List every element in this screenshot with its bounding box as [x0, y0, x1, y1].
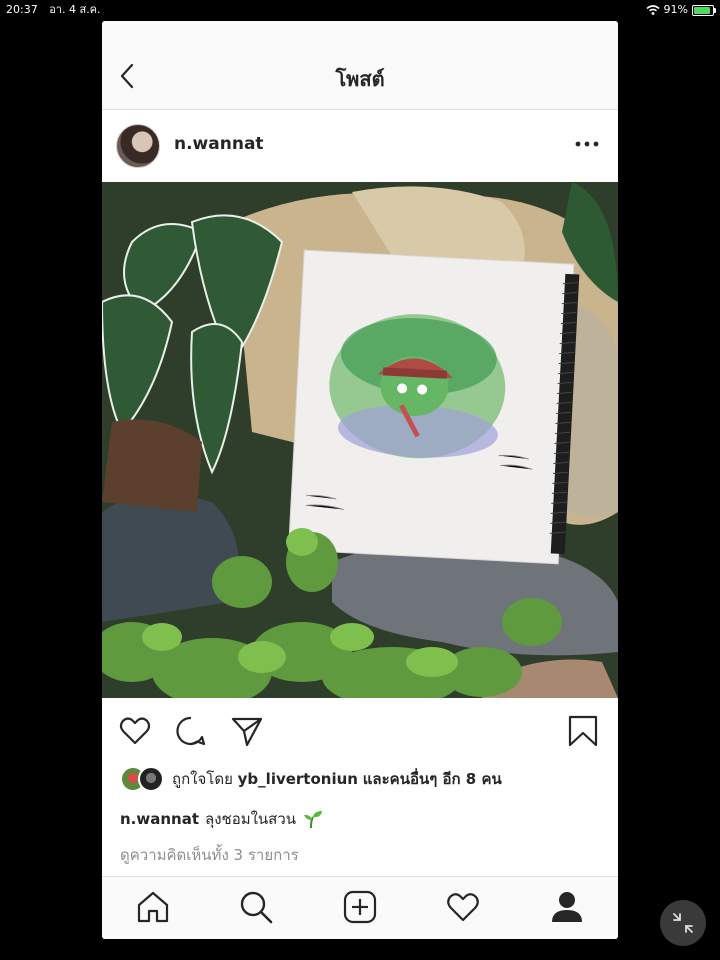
- post-header: n.wannat: [102, 110, 618, 182]
- status-date: อา. 4 ส.ค.: [49, 3, 101, 16]
- tab-activity[interactable]: [445, 889, 481, 925]
- caption-text: ลุงชอมในสวน: [205, 810, 297, 828]
- add-icon: [343, 890, 377, 924]
- likes-row[interactable]: ถูกใจโดย yb_livertoniun และคนอื่นๆ อีก 8…: [120, 765, 502, 793]
- battery-icon: [692, 4, 716, 16]
- seedling-icon: [304, 811, 323, 829]
- share-icon: [231, 717, 263, 747]
- comment-button[interactable]: [174, 714, 208, 748]
- likes-prefix: ถูกใจโดย: [172, 770, 233, 788]
- post-username[interactable]: n.wannat: [174, 134, 264, 154]
- bookmark-icon: [568, 715, 598, 747]
- app-window: โพสต์ n.wannat ถูกใจโดย yb_livertoniun แ…: [102, 21, 618, 939]
- tab-profile[interactable]: [549, 889, 585, 925]
- activity-icon: [447, 893, 479, 922]
- liker-avatar: [138, 766, 164, 792]
- post-actions: [102, 698, 618, 762]
- tab-bar: [102, 876, 618, 939]
- caption-username[interactable]: n.wannat: [120, 810, 199, 828]
- more-options-button[interactable]: [574, 132, 600, 156]
- nav-bar: โพสต์: [102, 21, 618, 110]
- page-title: โพสต์: [335, 67, 385, 91]
- heart-icon: [119, 717, 151, 745]
- like-button[interactable]: [118, 714, 152, 748]
- bookmark-button[interactable]: [566, 714, 600, 748]
- home-icon: [137, 891, 169, 923]
- tab-home[interactable]: [135, 889, 171, 925]
- collapse-icon: [673, 913, 693, 933]
- battery-percent: 91%: [663, 3, 688, 16]
- avatar[interactable]: [116, 124, 160, 168]
- view-comments-link[interactable]: ดูความคิดเห็นทั้ง 3 รายการ: [120, 843, 299, 867]
- post-image[interactable]: [102, 182, 618, 698]
- collapse-button[interactable]: [660, 900, 706, 946]
- post-photo: [102, 182, 618, 698]
- share-button[interactable]: [230, 714, 264, 748]
- status-bar: 20:37 อา. 4 ส.ค. 91%: [0, 0, 720, 20]
- post-caption: n.wannat ลุงชอมในสวน: [120, 807, 324, 831]
- search-icon: [240, 891, 273, 924]
- likes-suffix[interactable]: และคนอื่นๆ อีก 8 คน: [363, 770, 502, 788]
- comment-icon: [176, 716, 206, 746]
- status-time: 20:37: [6, 3, 38, 16]
- battery-fill: [694, 6, 711, 14]
- wifi-icon: [646, 5, 660, 15]
- tab-new-post[interactable]: [342, 889, 378, 925]
- status-right: 91%: [646, 0, 716, 20]
- likes-text: ถูกใจโดย yb_livertoniun และคนอื่นๆ อีก 8…: [172, 767, 502, 791]
- status-left: 20:37 อา. 4 ส.ค.: [6, 0, 109, 20]
- tab-search[interactable]: [238, 889, 274, 925]
- likes-user[interactable]: yb_livertoniun: [238, 770, 358, 788]
- more-icon: [575, 141, 599, 147]
- profile-icon: [552, 892, 582, 922]
